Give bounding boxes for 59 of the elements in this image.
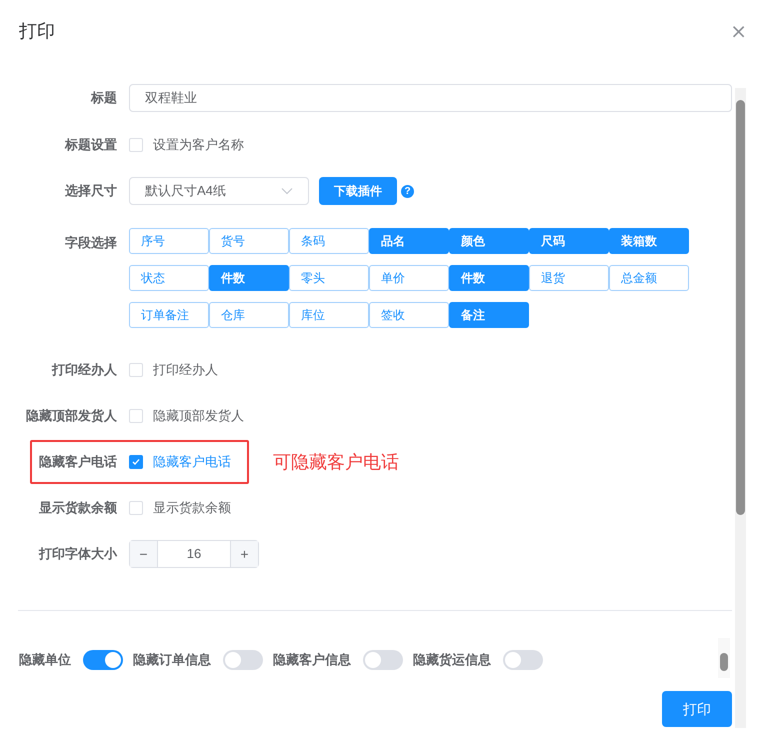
decrement-button[interactable]: − — [130, 541, 158, 567]
switch-label: 隐藏货运信息 — [413, 651, 491, 670]
field-option-button[interactable]: 件数 — [209, 265, 289, 291]
toggle-switch[interactable] — [503, 650, 543, 670]
field-label: 打印经办人 — [50, 361, 118, 380]
print-button[interactable]: 打印 — [662, 691, 732, 727]
field-option-button[interactable]: 货号 — [209, 228, 289, 254]
field-option-button[interactable]: 条码 — [289, 228, 369, 254]
scrollbar[interactable] — [718, 638, 730, 678]
number-stepper[interactable]: − 16 + — [129, 540, 259, 568]
download-plugin-button[interactable]: 下载插件 — [319, 177, 397, 205]
field-option-button[interactable]: 退货 — [529, 265, 609, 291]
toggle-switch[interactable] — [363, 650, 403, 670]
field-option-button[interactable]: 品名 — [369, 228, 449, 254]
field-label: 标题 — [90, 89, 118, 108]
field-label: 选择尺寸 — [64, 182, 118, 200]
checkbox-label: 隐藏顶部发货人 — [153, 407, 244, 426]
checkbox-label: 打印经办人 — [153, 361, 218, 380]
chevron-down-icon — [281, 187, 293, 195]
checkbox-label: 隐藏客户电话 — [153, 453, 231, 472]
switch-label: 隐藏客户信息 — [273, 651, 351, 670]
switch-label: 隐藏单位 — [19, 651, 71, 670]
dialog-title: 打印 — [19, 20, 55, 42]
field-label: 隐藏顶部发货人 — [25, 407, 118, 426]
help-icon[interactable]: ? — [401, 184, 414, 198]
field-option-button[interactable]: 签收 — [369, 302, 449, 328]
field-option-button[interactable]: 零头 — [289, 265, 369, 291]
field-label: 隐藏客户电话 — [38, 453, 118, 472]
field-option-button[interactable]: 备注 — [449, 302, 529, 328]
field-label: 打印字体大小 — [38, 545, 118, 564]
field-option-button[interactable]: 仓库 — [209, 302, 289, 328]
field-label: 标题设置 — [64, 136, 118, 154]
field-option-button[interactable]: 单价 — [369, 265, 449, 291]
field-option-button[interactable]: 订单备注 — [129, 302, 209, 328]
select-value: 默认尺寸A4纸 — [145, 182, 226, 200]
toggle-switch[interactable] — [223, 650, 263, 670]
field-option-button[interactable]: 装箱数 — [609, 228, 689, 254]
field-option-button[interactable]: 序号 — [129, 228, 209, 254]
field-option-button[interactable]: 库位 — [289, 302, 369, 328]
field-option-button[interactable]: 状态 — [129, 265, 209, 291]
field-option-button[interactable]: 件数 — [449, 265, 529, 291]
field-option-button[interactable]: 尺码 — [529, 228, 609, 254]
toggle-switch[interactable] — [83, 650, 123, 670]
switch-label: 隐藏订单信息 — [133, 651, 211, 670]
field-label: 字段选择 — [64, 234, 118, 252]
font-size-input[interactable]: 16 — [158, 541, 230, 567]
checkbox-label: 设置为客户名称 — [153, 136, 244, 154]
title-input[interactable]: 双程鞋业 — [129, 84, 732, 112]
field-option-button[interactable]: 总金额 — [609, 265, 689, 291]
checkbox[interactable] — [129, 455, 143, 469]
increment-button[interactable]: + — [230, 541, 258, 567]
checkmark-icon — [131, 457, 141, 467]
close-button[interactable]: × — [730, 21, 747, 41]
field-label: 显示货款余额 — [38, 499, 118, 518]
checkbox-label: 显示货款余额 — [153, 499, 231, 518]
scrollbar[interactable] — [735, 88, 746, 728]
annotation-text: 可隐藏客户电话 — [273, 450, 399, 474]
size-select[interactable]: 默认尺寸A4纸 — [129, 177, 309, 205]
field-option-button[interactable]: 颜色 — [449, 228, 529, 254]
